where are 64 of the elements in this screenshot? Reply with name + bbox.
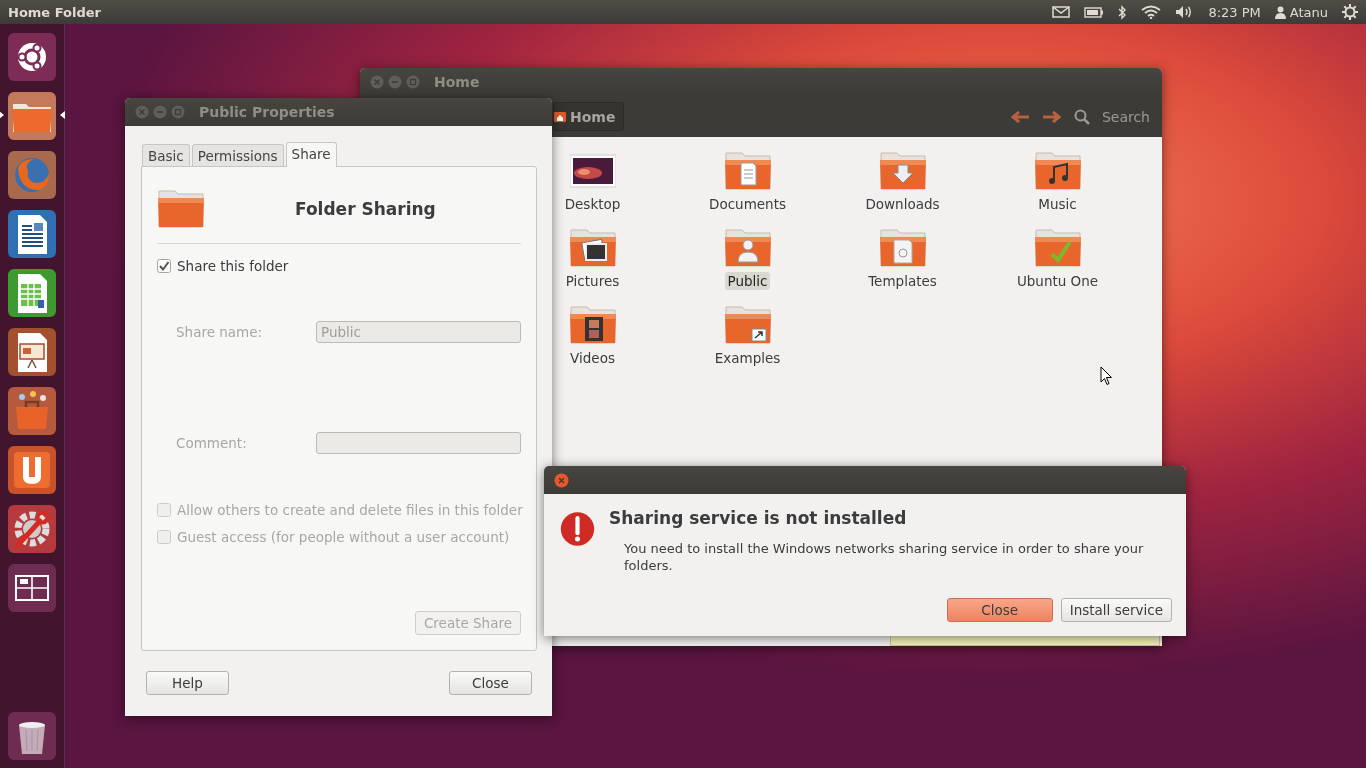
presentation-icon[interactable] — [6, 326, 58, 378]
location-button[interactable]: Home — [553, 102, 625, 131]
battery-icon[interactable] — [1084, 6, 1105, 18]
folder-shortcut-icon — [723, 305, 772, 345]
search-button[interactable]: Search — [1101, 108, 1150, 125]
bluetooth-icon[interactable] — [1118, 4, 1128, 20]
document-folder-icon — [723, 151, 772, 191]
home-folder-icon — [554, 111, 566, 123]
window-title: Home Folder — [8, 4, 102, 20]
clock[interactable]: 8:23 PM — [1208, 4, 1261, 20]
dialog-button[interactable]: Install service — [1060, 598, 1172, 622]
window-title: Public Properties — [199, 104, 335, 120]
dialog-button[interactable]: Help — [146, 671, 229, 695]
dialog-button[interactable]: Close — [449, 671, 532, 695]
dash-icon[interactable] — [6, 31, 58, 83]
file-label[interactable]: Documents — [706, 195, 789, 213]
file-label[interactable]: Templates — [865, 272, 940, 290]
checkbox-label[interactable]: Share this folder — [177, 258, 289, 274]
dialog-message: You need to install the Windows networks sharing service in order to share your folders. — [624, 540, 1145, 574]
dialog-button[interactable]: Close — [946, 598, 1053, 622]
mail-icon[interactable] — [1052, 6, 1071, 18]
browser-icon[interactable] — [6, 149, 58, 201]
tab[interactable]: Share — [285, 142, 337, 167]
shopping-bag-icon[interactable] — [6, 385, 58, 437]
download-folder-icon — [878, 151, 927, 191]
search-icon[interactable] — [1073, 108, 1090, 125]
u-letter-tile-icon[interactable] — [6, 444, 58, 496]
document-icon[interactable] — [6, 208, 58, 260]
field-label: Comment: — [176, 435, 248, 451]
spreadsheet-icon[interactable] — [6, 267, 58, 319]
user-name[interactable]: Atanu — [1289, 4, 1328, 20]
settings-icon[interactable] — [1342, 4, 1358, 20]
file-label[interactable]: Desktop — [561, 195, 624, 213]
file-label[interactable]: Videos — [567, 349, 618, 367]
dialog-title: Sharing service is not installed — [609, 508, 908, 528]
file-label[interactable]: Downloads — [862, 195, 943, 213]
back-arrow-icon[interactable] — [1009, 109, 1030, 124]
file-label[interactable]: Music — [1035, 195, 1080, 213]
forward-arrow-icon[interactable] — [1041, 109, 1062, 124]
section-heading: Folder Sharing — [295, 199, 436, 219]
field-label: Share name: — [176, 324, 264, 340]
music-folder-icon — [1033, 151, 1082, 191]
tab[interactable]: Permissions — [191, 144, 284, 166]
user-icon — [1274, 5, 1286, 19]
checkmark-folder-icon — [1033, 228, 1082, 268]
file-label[interactable]: Examples — [711, 349, 784, 367]
file-label[interactable]: Ubuntu One — [1013, 272, 1102, 290]
file-label[interactable]: Pictures — [562, 272, 623, 290]
film-folder-icon — [568, 305, 617, 345]
tab[interactable]: Basic — [142, 144, 190, 166]
file-label[interactable]: Public — [724, 272, 771, 290]
person-folder-icon — [723, 228, 772, 268]
desktop-thumbnail-icon — [569, 151, 616, 191]
close-icon[interactable] — [554, 472, 569, 488]
wifi-icon[interactable] — [1141, 5, 1162, 19]
folder-icon[interactable] — [6, 90, 58, 142]
trash-icon[interactable] — [6, 710, 58, 762]
workspaces-icon[interactable] — [6, 562, 58, 614]
gear-wrench-icon[interactable] — [6, 503, 58, 555]
template-folder-icon — [878, 228, 927, 268]
mouse-pointer-icon — [1100, 366, 1113, 386]
window-title: Home — [434, 74, 480, 90]
checkbox[interactable] — [157, 259, 171, 273]
pictures-folder-icon — [568, 228, 617, 268]
